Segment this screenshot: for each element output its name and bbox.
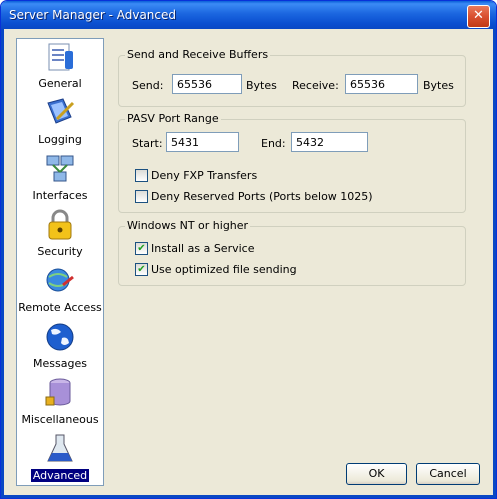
window-title: Server Manager - Advanced — [9, 8, 176, 22]
sidebar-item-label: General — [38, 77, 82, 90]
flask-icon — [47, 434, 73, 462]
buffers-group: Send and Receive Buffers Send: Bytes Rec… — [118, 48, 466, 107]
start-label: Start: — [132, 137, 163, 150]
sidebar-item-interfaces[interactable]: Interfaces — [17, 151, 103, 207]
deny-fxp-checkbox[interactable] — [135, 169, 148, 182]
send-buffer-input[interactable] — [172, 74, 242, 94]
deny-reserved-ports-checkbox[interactable] — [135, 190, 148, 203]
sidebar-item-messages[interactable]: Messages — [17, 319, 103, 375]
pasv-end-input[interactable] — [291, 132, 368, 152]
optimized-sending-label[interactable]: Use optimized file sending — [151, 263, 297, 276]
send-label: Send: — [132, 79, 164, 92]
sidebar-item-advanced[interactable]: Advanced — [17, 431, 103, 487]
receive-buffer-input[interactable] — [345, 74, 418, 94]
sidebar-item-label: Advanced — [30, 469, 90, 482]
sidebar-item-label: Logging — [38, 133, 82, 146]
buffers-group-title: Send and Receive Buffers — [125, 48, 271, 61]
document-info-icon — [48, 43, 73, 71]
padlock-icon — [48, 209, 72, 240]
sidebar-item-general[interactable]: General — [17, 39, 103, 95]
sidebar-item-label: Security — [37, 245, 83, 258]
ok-button[interactable]: OK — [346, 463, 407, 485]
pasv-group-title: PASV Port Range — [125, 112, 221, 125]
sidebar-item-label: Miscellaneous — [21, 413, 99, 426]
windows-nt-group-title: Windows NT or higher — [125, 219, 251, 232]
windows-nt-group: Windows NT or higher ✔ Install as a Serv… — [118, 219, 466, 286]
sidebar-item-remote-access[interactable]: Remote Access — [17, 263, 103, 319]
book-pen-icon — [47, 98, 75, 124]
globe-icon — [46, 323, 74, 351]
server-manager-window: Server Manager - Advanced ✕ General Logg… — [0, 0, 497, 499]
pasv-group: PASV Port Range Start: End: Deny FXP Tra… — [118, 112, 466, 213]
sidebar-item-label: Messages — [33, 357, 87, 370]
globe-monitor-icon — [46, 268, 74, 292]
install-service-label[interactable]: Install as a Service — [151, 242, 254, 255]
sidebar-item-security[interactable]: Security — [17, 207, 103, 263]
receive-unit-label: Bytes — [423, 79, 454, 92]
close-icon: ✕ — [473, 8, 484, 23]
end-label: End: — [261, 137, 286, 150]
sidebar-item-logging[interactable]: Logging — [17, 95, 103, 151]
deny-reserved-ports-label[interactable]: Deny Reserved Ports (Ports below 1025) — [151, 190, 373, 203]
receive-label: Receive: — [292, 79, 339, 92]
cancel-button[interactable]: Cancel — [416, 463, 480, 485]
sidebar-item-label: Remote Access — [18, 301, 102, 314]
send-unit-label: Bytes — [246, 79, 277, 92]
deny-fxp-label[interactable]: Deny FXP Transfers — [151, 169, 257, 182]
install-service-checkbox[interactable]: ✔ — [135, 242, 148, 255]
close-button[interactable]: ✕ — [467, 5, 490, 28]
sidebar-item-label: Interfaces — [32, 189, 88, 202]
title-bar[interactable]: Server Manager - Advanced ✕ — [1, 1, 496, 29]
database-icon — [45, 378, 71, 406]
optimized-sending-checkbox[interactable]: ✔ — [135, 263, 148, 276]
sidebar-item-miscellaneous[interactable]: Miscellaneous — [17, 375, 103, 431]
pasv-start-input[interactable] — [166, 132, 239, 152]
category-sidebar: General Logging Interfaces Security Remo… — [16, 38, 104, 486]
network-computers-icon — [46, 155, 74, 182]
